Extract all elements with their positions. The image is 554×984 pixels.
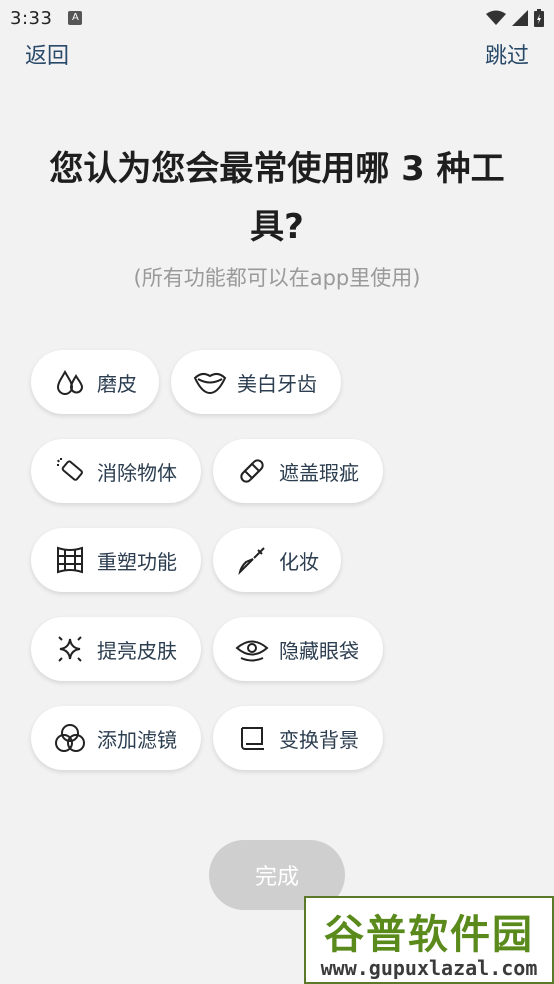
page-title: 您认为您会最常使用哪 3 种工具? — [49, 149, 505, 247]
signal-icon — [512, 10, 528, 26]
watermark-url: www.gupuxlazal.com — [320, 956, 538, 980]
tool-chip[interactable]: 添加滤镜 — [31, 706, 201, 770]
battery-icon — [534, 9, 544, 27]
tool-chip[interactable]: 提亮皮肤 — [31, 617, 201, 681]
tool-chip-label: 化妆 — [279, 549, 319, 574]
grid-icon — [53, 543, 87, 577]
watermark: 谷普软件园 www.gupuxlazal.com — [304, 896, 554, 984]
tool-chip-label: 添加滤镜 — [97, 727, 177, 752]
sparkle-icon — [53, 632, 87, 666]
tool-chip-list: 磨皮 美白牙齿 消除物体 遮盖瑕疵 重塑功能 化妆 提亮皮肤 隐藏眼袋 添加滤镜… — [31, 350, 531, 795]
circles-icon — [53, 721, 87, 755]
tool-chip-label: 磨皮 — [97, 371, 137, 396]
wifi-icon — [486, 10, 506, 25]
status-time: 3:33 — [10, 7, 53, 29]
lips-icon — [193, 365, 227, 399]
notification-icon: A — [68, 11, 83, 25]
tool-chip-label: 美白牙齿 — [237, 371, 317, 396]
tool-chip[interactable]: 磨皮 — [31, 350, 159, 414]
tool-chip-label: 变换背景 — [279, 727, 359, 752]
tool-chip-label: 重塑功能 — [97, 549, 177, 574]
skip-button[interactable]: 跳过 — [485, 38, 529, 70]
brush-icon — [235, 543, 269, 577]
status-icons — [486, 9, 544, 27]
tool-chip-label: 提亮皮肤 — [97, 638, 177, 663]
watermark-brand: 谷普软件园 — [324, 912, 534, 958]
tool-chip[interactable]: 重塑功能 — [31, 528, 201, 592]
eye-icon — [235, 632, 269, 666]
background-icon — [235, 721, 269, 755]
tool-chip[interactable]: 变换背景 — [213, 706, 383, 770]
bandage-icon — [235, 454, 269, 488]
tool-chip[interactable]: 遮盖瑕疵 — [213, 439, 383, 503]
tool-chip[interactable]: 消除物体 — [31, 439, 201, 503]
tool-chip[interactable]: 化妆 — [213, 528, 341, 592]
drops-icon — [53, 365, 87, 399]
tool-chip[interactable]: 美白牙齿 — [171, 350, 341, 414]
tool-chip-label: 遮盖瑕疵 — [279, 460, 359, 485]
tool-chip-label: 消除物体 — [97, 460, 177, 485]
tool-chip[interactable]: 隐藏眼袋 — [213, 617, 383, 681]
status-bar: 3:33 A — [0, 0, 554, 36]
eraser-icon — [53, 454, 87, 488]
top-nav: 返回 跳过 — [0, 38, 554, 72]
page-subtitle: (所有功能都可以在app里使用) — [133, 266, 421, 290]
tool-chip-label: 隐藏眼袋 — [279, 638, 359, 663]
back-button[interactable]: 返回 — [25, 38, 69, 70]
